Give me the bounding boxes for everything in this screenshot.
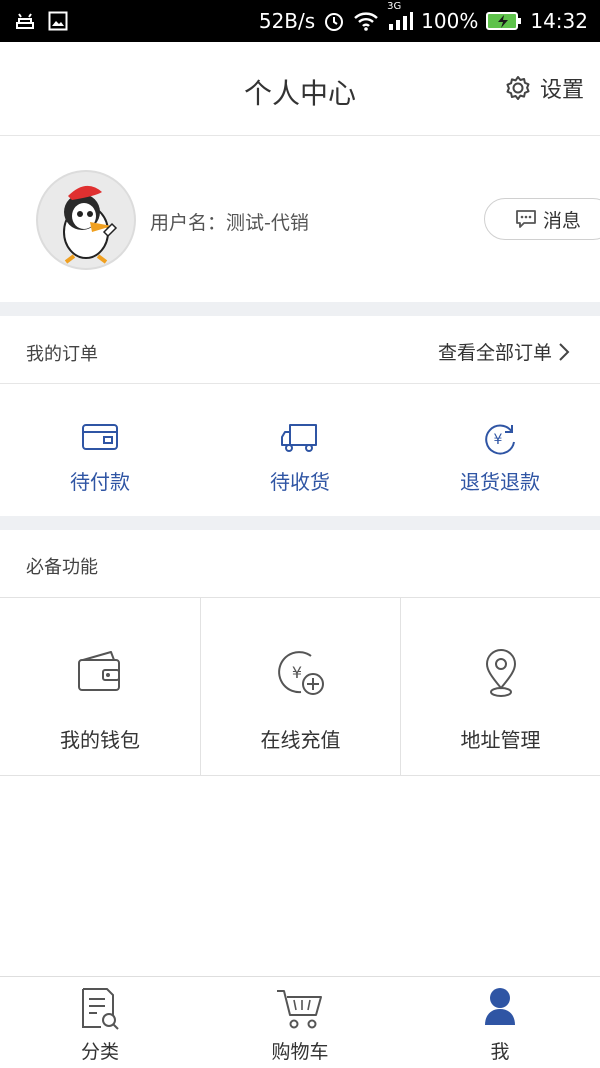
status-bar: 52B/s 3G 100% 14:32 [0, 0, 600, 42]
order-pending-payment[interactable]: 待付款 [0, 384, 200, 516]
user-icon [485, 988, 515, 1025]
order-pending-payment-label: 待付款 [70, 470, 130, 494]
cart-icon [277, 990, 322, 1029]
tab-category[interactable]: 分类 [0, 977, 200, 1068]
tab-cart[interactable]: 购物车 [200, 977, 400, 1068]
yuan-add-icon: ¥ [277, 651, 324, 695]
alarm-icon [325, 13, 344, 31]
profile-card: 用户名： 测试-代销 消息 [0, 136, 600, 302]
battery-percent: 100% [421, 9, 479, 33]
feature-address[interactable]: 地址管理 [400, 598, 600, 775]
avatar[interactable] [36, 170, 136, 270]
order-refund-label: 退货退款 [460, 470, 540, 494]
tab-category-label: 分类 [80, 1041, 119, 1063]
settings-label: 设置 [539, 78, 584, 103]
username-value: 测试-代销 [226, 212, 309, 234]
feature-wallet[interactable]: 我的钱包 [0, 598, 200, 775]
features-title: 必备功能 [26, 557, 98, 578]
order-pending-receipt[interactable]: 待收货 [200, 384, 400, 516]
features-header: 必备功能 [0, 530, 600, 596]
svg-text:¥: ¥ [494, 432, 503, 448]
order-refund[interactable]: ¥ 退货退款 [400, 384, 600, 516]
tab-cart-label: 购物车 [271, 1041, 329, 1063]
yuan-refund-icon: ¥ [485, 424, 515, 455]
feature-recharge[interactable]: ¥ 在线充值 [200, 598, 400, 775]
chat-bubble-icon [516, 210, 536, 228]
section-divider [0, 516, 600, 530]
view-all-orders-link[interactable]: 查看全部订单 [438, 338, 570, 365]
tab-me-label: 我 [490, 1041, 510, 1063]
image-icon [48, 11, 68, 31]
section-divider [0, 302, 600, 316]
wallet-card-icon [82, 424, 118, 450]
message-label: 消息 [543, 209, 582, 232]
order-pending-receipt-label: 待收货 [270, 470, 330, 494]
signal-icon [389, 12, 414, 30]
clock: 14:32 [530, 9, 588, 33]
bottom-tab-bar: 分类 购物车 我 [0, 976, 600, 1068]
orders-header: 我的订单 查看全部订单 [0, 316, 600, 384]
network-type: 3G [387, 1, 402, 12]
message-button[interactable]: 消息 [484, 198, 600, 240]
wifi-icon [354, 12, 378, 31]
svg-text:¥: ¥ [291, 663, 301, 682]
category-search-icon [82, 988, 119, 1030]
feature-address-label: 地址管理 [460, 728, 541, 752]
view-all-orders-label: 查看全部订单 [437, 342, 552, 364]
android-debug-icon [16, 13, 34, 29]
features-grid: 我的钱包 ¥ 在线充值 地址管理 [0, 597, 600, 776]
settings-button[interactable]: 设置 [504, 72, 584, 104]
mascot-avatar-image [63, 185, 118, 264]
page-header: 个人中心 设置 [0, 42, 600, 136]
chevron-right-icon [559, 342, 570, 361]
feature-wallet-label: 我的钱包 [60, 728, 140, 752]
network-speed: 52B/s [258, 9, 316, 33]
orders-title: 我的订单 [26, 344, 98, 365]
truck-icon [281, 424, 317, 452]
location-pin-icon [485, 649, 516, 697]
wallet-icon [78, 651, 120, 691]
tab-me[interactable]: 我 [400, 977, 600, 1068]
gear-icon [506, 76, 530, 100]
username: 用户名： 测试-代销 [150, 208, 309, 235]
battery-charging-icon [486, 12, 522, 30]
order-status-row: 待付款 待收货 ¥ 退货退款 [0, 384, 600, 516]
feature-recharge-label: 在线充值 [260, 728, 341, 752]
username-label: 用户名： [150, 212, 227, 234]
